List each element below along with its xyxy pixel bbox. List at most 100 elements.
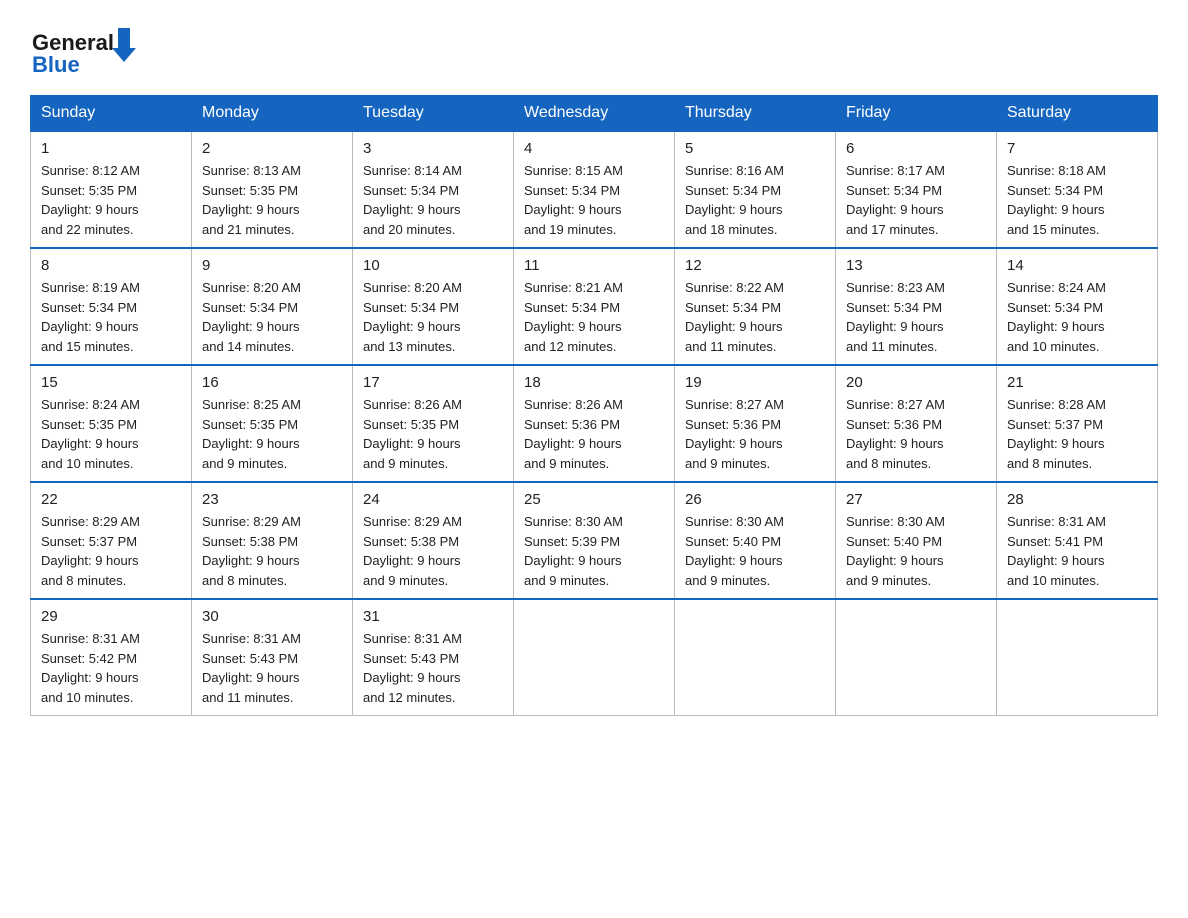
weekday-header-row: SundayMondayTuesdayWednesdayThursdayFrid… (31, 96, 1158, 132)
calendar-cell: 17 Sunrise: 8:26 AMSunset: 5:35 PMDaylig… (353, 365, 514, 482)
calendar-cell: 22 Sunrise: 8:29 AMSunset: 5:37 PMDaylig… (31, 482, 192, 599)
svg-text:Blue: Blue (32, 52, 80, 75)
calendar-cell: 9 Sunrise: 8:20 AMSunset: 5:34 PMDayligh… (192, 248, 353, 365)
day-info: Sunrise: 8:29 AMSunset: 5:38 PMDaylight:… (202, 512, 342, 590)
day-number: 15 (41, 374, 181, 391)
calendar-cell: 19 Sunrise: 8:27 AMSunset: 5:36 PMDaylig… (675, 365, 836, 482)
day-number: 17 (363, 374, 503, 391)
day-info: Sunrise: 8:12 AMSunset: 5:35 PMDaylight:… (41, 161, 181, 239)
day-info: Sunrise: 8:19 AMSunset: 5:34 PMDaylight:… (41, 278, 181, 356)
day-number: 3 (363, 140, 503, 157)
day-info: Sunrise: 8:17 AMSunset: 5:34 PMDaylight:… (846, 161, 986, 239)
day-info: Sunrise: 8:30 AMSunset: 5:39 PMDaylight:… (524, 512, 664, 590)
calendar-cell: 29 Sunrise: 8:31 AMSunset: 5:42 PMDaylig… (31, 599, 192, 716)
week-row-1: 1 Sunrise: 8:12 AMSunset: 5:35 PMDayligh… (31, 131, 1158, 248)
calendar-cell: 16 Sunrise: 8:25 AMSunset: 5:35 PMDaylig… (192, 365, 353, 482)
calendar-cell: 26 Sunrise: 8:30 AMSunset: 5:40 PMDaylig… (675, 482, 836, 599)
weekday-header-sunday: Sunday (31, 96, 192, 132)
day-number: 8 (41, 257, 181, 274)
day-info: Sunrise: 8:18 AMSunset: 5:34 PMDaylight:… (1007, 161, 1147, 239)
page-header: General Blue (30, 20, 1158, 75)
calendar-cell: 10 Sunrise: 8:20 AMSunset: 5:34 PMDaylig… (353, 248, 514, 365)
day-info: Sunrise: 8:29 AMSunset: 5:37 PMDaylight:… (41, 512, 181, 590)
calendar-cell: 3 Sunrise: 8:14 AMSunset: 5:34 PMDayligh… (353, 131, 514, 248)
calendar-cell (514, 599, 675, 716)
day-number: 25 (524, 491, 664, 508)
day-number: 19 (685, 374, 825, 391)
day-number: 23 (202, 491, 342, 508)
logo-svg: General Blue (30, 20, 140, 75)
day-number: 12 (685, 257, 825, 274)
day-number: 1 (41, 140, 181, 157)
day-info: Sunrise: 8:21 AMSunset: 5:34 PMDaylight:… (524, 278, 664, 356)
calendar-cell: 25 Sunrise: 8:30 AMSunset: 5:39 PMDaylig… (514, 482, 675, 599)
day-info: Sunrise: 8:20 AMSunset: 5:34 PMDaylight:… (363, 278, 503, 356)
day-number: 18 (524, 374, 664, 391)
calendar-cell: 4 Sunrise: 8:15 AMSunset: 5:34 PMDayligh… (514, 131, 675, 248)
day-info: Sunrise: 8:14 AMSunset: 5:34 PMDaylight:… (363, 161, 503, 239)
day-info: Sunrise: 8:25 AMSunset: 5:35 PMDaylight:… (202, 395, 342, 473)
calendar-cell: 18 Sunrise: 8:26 AMSunset: 5:36 PMDaylig… (514, 365, 675, 482)
day-info: Sunrise: 8:31 AMSunset: 5:41 PMDaylight:… (1007, 512, 1147, 590)
calendar-cell: 1 Sunrise: 8:12 AMSunset: 5:35 PMDayligh… (31, 131, 192, 248)
day-number: 11 (524, 257, 664, 274)
calendar-cell: 30 Sunrise: 8:31 AMSunset: 5:43 PMDaylig… (192, 599, 353, 716)
day-number: 9 (202, 257, 342, 274)
day-number: 16 (202, 374, 342, 391)
day-number: 27 (846, 491, 986, 508)
day-info: Sunrise: 8:31 AMSunset: 5:43 PMDaylight:… (202, 629, 342, 707)
day-number: 31 (363, 608, 503, 625)
day-number: 6 (846, 140, 986, 157)
week-row-4: 22 Sunrise: 8:29 AMSunset: 5:37 PMDaylig… (31, 482, 1158, 599)
day-info: Sunrise: 8:26 AMSunset: 5:35 PMDaylight:… (363, 395, 503, 473)
day-info: Sunrise: 8:29 AMSunset: 5:38 PMDaylight:… (363, 512, 503, 590)
day-info: Sunrise: 8:15 AMSunset: 5:34 PMDaylight:… (524, 161, 664, 239)
day-info: Sunrise: 8:31 AMSunset: 5:43 PMDaylight:… (363, 629, 503, 707)
day-number: 13 (846, 257, 986, 274)
calendar-cell (997, 599, 1158, 716)
weekday-header-tuesday: Tuesday (353, 96, 514, 132)
day-number: 26 (685, 491, 825, 508)
day-number: 14 (1007, 257, 1147, 274)
day-number: 29 (41, 608, 181, 625)
day-number: 22 (41, 491, 181, 508)
day-number: 2 (202, 140, 342, 157)
day-number: 20 (846, 374, 986, 391)
day-number: 30 (202, 608, 342, 625)
day-number: 4 (524, 140, 664, 157)
weekday-header-saturday: Saturday (997, 96, 1158, 132)
weekday-header-friday: Friday (836, 96, 997, 132)
calendar-cell: 21 Sunrise: 8:28 AMSunset: 5:37 PMDaylig… (997, 365, 1158, 482)
day-info: Sunrise: 8:23 AMSunset: 5:34 PMDaylight:… (846, 278, 986, 356)
calendar-cell: 24 Sunrise: 8:29 AMSunset: 5:38 PMDaylig… (353, 482, 514, 599)
day-number: 5 (685, 140, 825, 157)
day-number: 28 (1007, 491, 1147, 508)
day-info: Sunrise: 8:27 AMSunset: 5:36 PMDaylight:… (685, 395, 825, 473)
logo: General Blue (30, 20, 140, 75)
calendar-cell: 13 Sunrise: 8:23 AMSunset: 5:34 PMDaylig… (836, 248, 997, 365)
day-number: 24 (363, 491, 503, 508)
calendar-cell (675, 599, 836, 716)
day-number: 10 (363, 257, 503, 274)
day-info: Sunrise: 8:22 AMSunset: 5:34 PMDaylight:… (685, 278, 825, 356)
day-info: Sunrise: 8:24 AMSunset: 5:34 PMDaylight:… (1007, 278, 1147, 356)
calendar-cell: 31 Sunrise: 8:31 AMSunset: 5:43 PMDaylig… (353, 599, 514, 716)
week-row-3: 15 Sunrise: 8:24 AMSunset: 5:35 PMDaylig… (31, 365, 1158, 482)
day-number: 7 (1007, 140, 1147, 157)
week-row-2: 8 Sunrise: 8:19 AMSunset: 5:34 PMDayligh… (31, 248, 1158, 365)
day-info: Sunrise: 8:28 AMSunset: 5:37 PMDaylight:… (1007, 395, 1147, 473)
weekday-header-thursday: Thursday (675, 96, 836, 132)
day-info: Sunrise: 8:13 AMSunset: 5:35 PMDaylight:… (202, 161, 342, 239)
day-info: Sunrise: 8:27 AMSunset: 5:36 PMDaylight:… (846, 395, 986, 473)
calendar-cell: 12 Sunrise: 8:22 AMSunset: 5:34 PMDaylig… (675, 248, 836, 365)
day-info: Sunrise: 8:31 AMSunset: 5:42 PMDaylight:… (41, 629, 181, 707)
week-row-5: 29 Sunrise: 8:31 AMSunset: 5:42 PMDaylig… (31, 599, 1158, 716)
calendar-cell: 8 Sunrise: 8:19 AMSunset: 5:34 PMDayligh… (31, 248, 192, 365)
day-info: Sunrise: 8:30 AMSunset: 5:40 PMDaylight:… (846, 512, 986, 590)
calendar-cell: 7 Sunrise: 8:18 AMSunset: 5:34 PMDayligh… (997, 131, 1158, 248)
calendar-cell: 14 Sunrise: 8:24 AMSunset: 5:34 PMDaylig… (997, 248, 1158, 365)
calendar-cell: 11 Sunrise: 8:21 AMSunset: 5:34 PMDaylig… (514, 248, 675, 365)
day-info: Sunrise: 8:30 AMSunset: 5:40 PMDaylight:… (685, 512, 825, 590)
calendar-cell: 15 Sunrise: 8:24 AMSunset: 5:35 PMDaylig… (31, 365, 192, 482)
calendar-cell: 6 Sunrise: 8:17 AMSunset: 5:34 PMDayligh… (836, 131, 997, 248)
